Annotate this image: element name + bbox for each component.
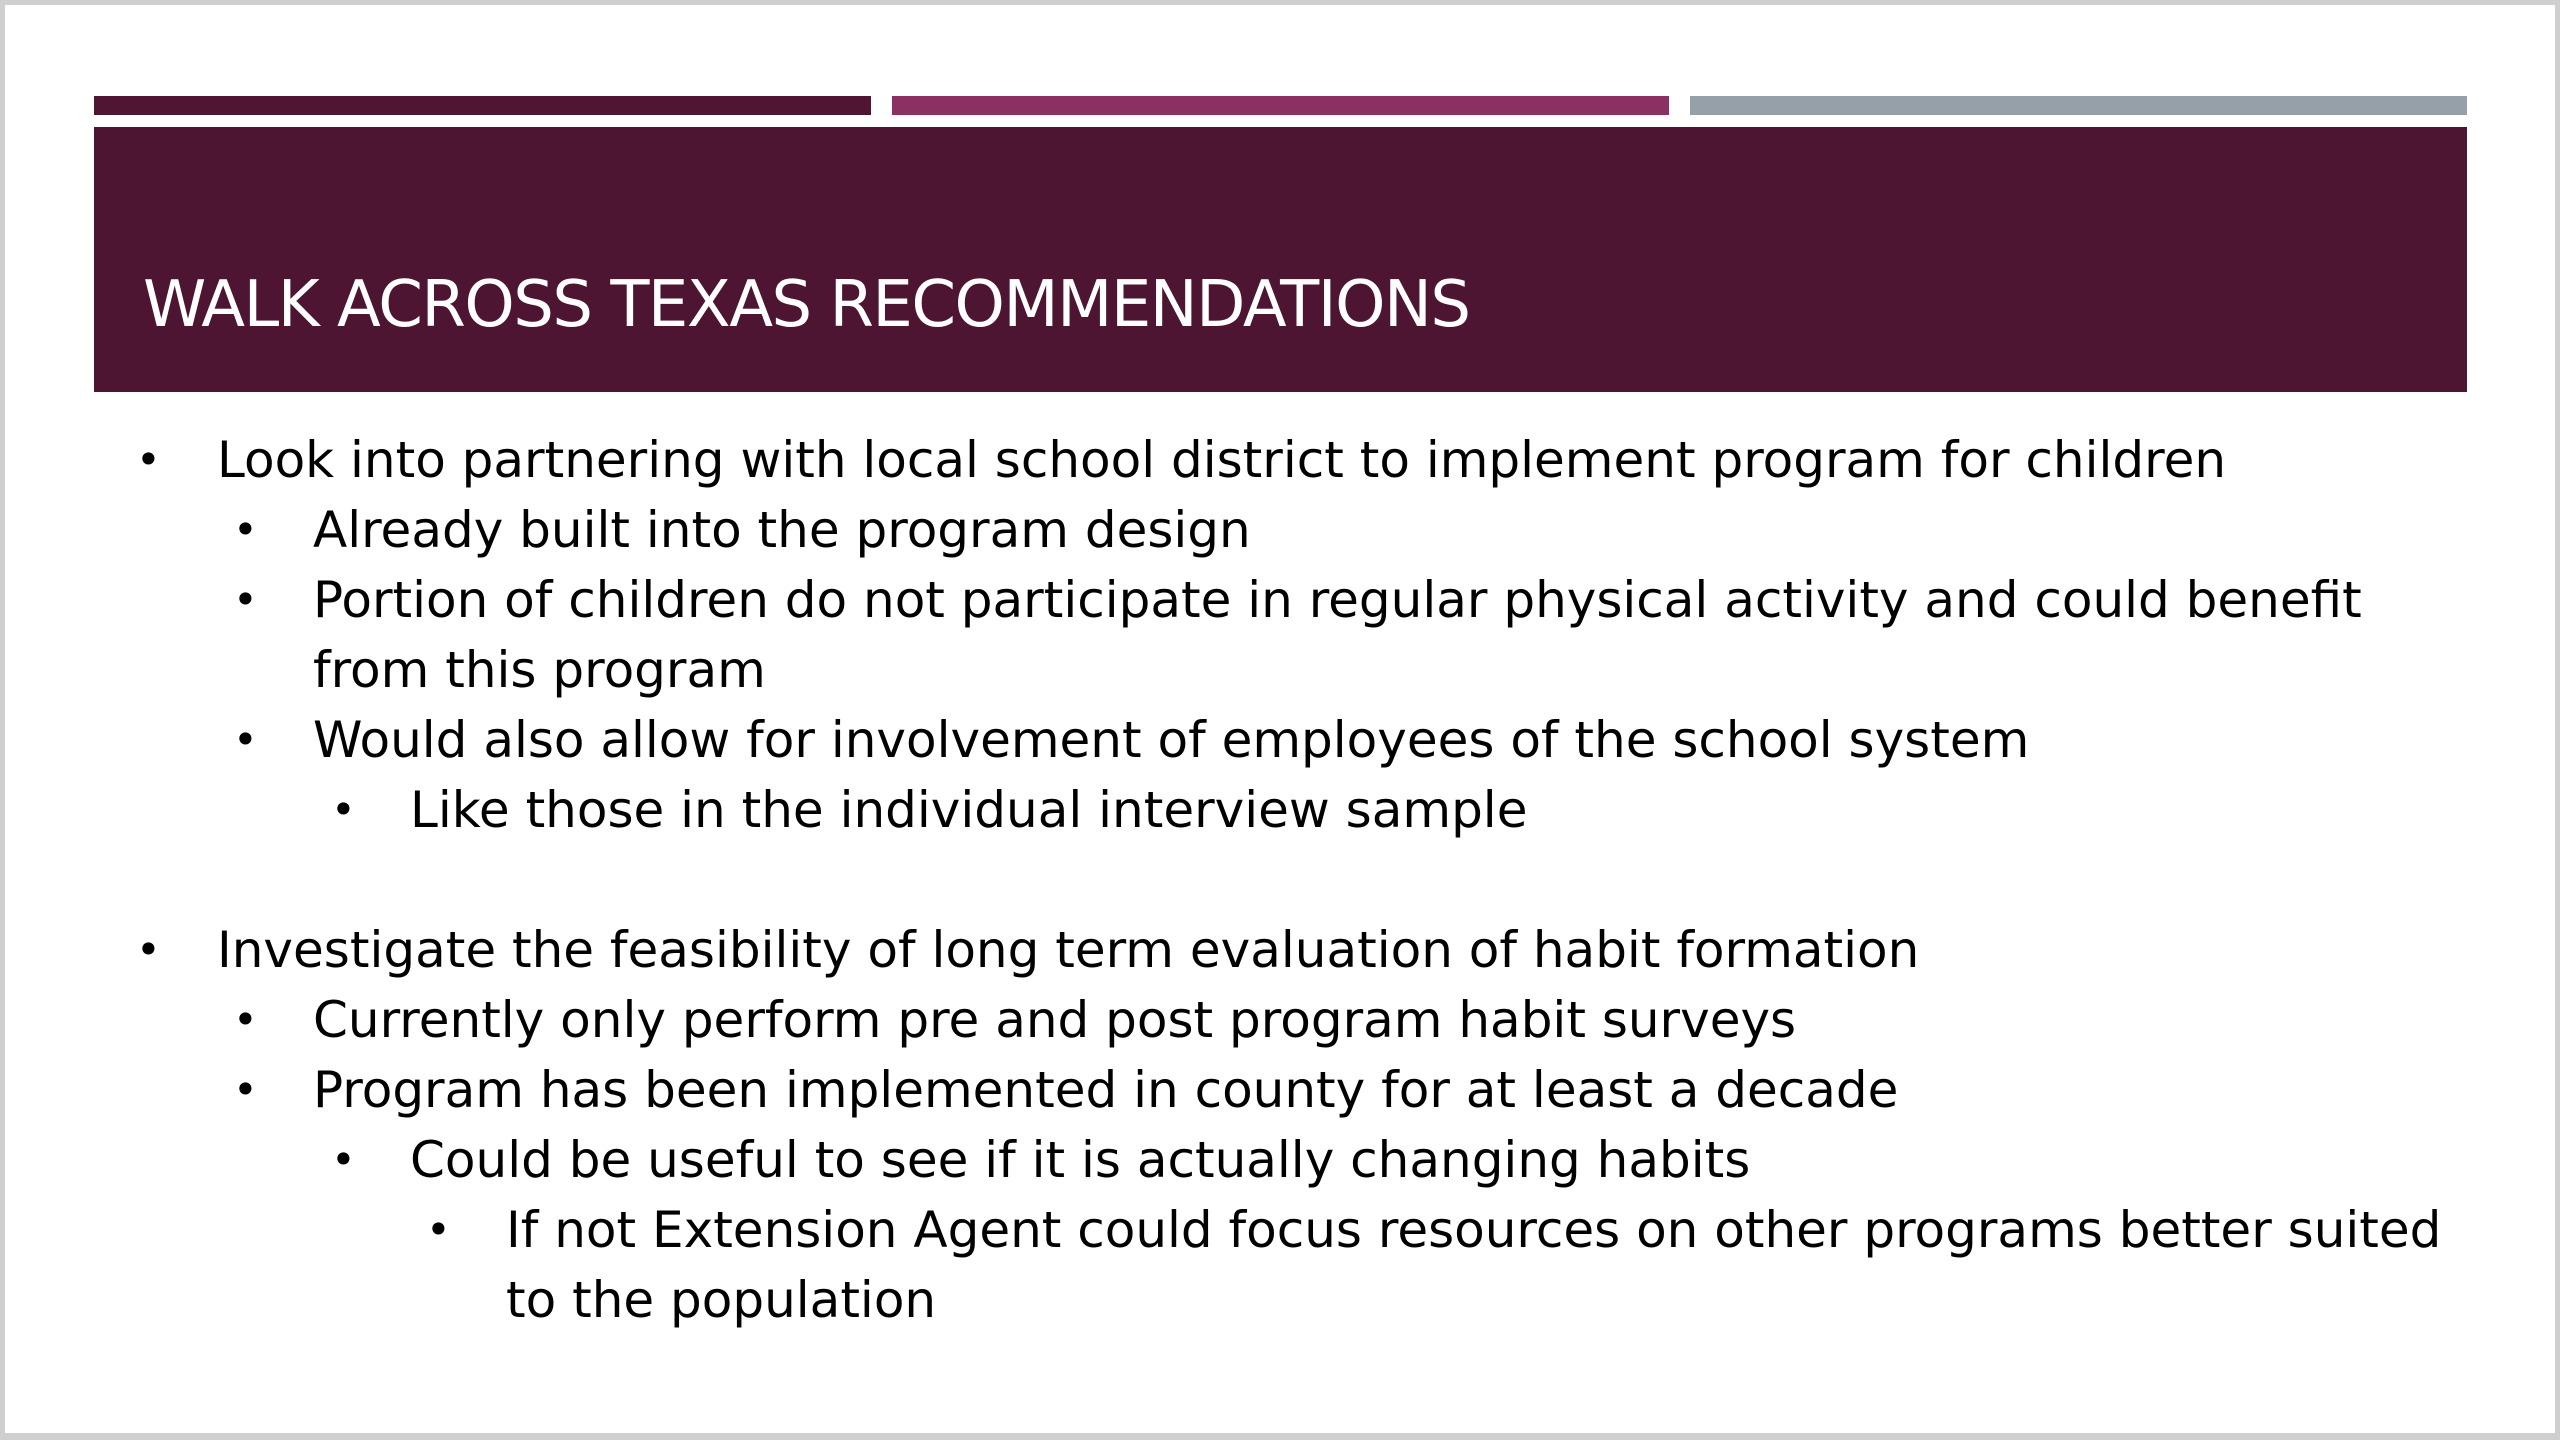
bullet-item: • Investigate the feasibility of long ter…	[94, 915, 2467, 985]
bullet-item: • Already built into the program design	[94, 495, 2467, 565]
title-band: WALK ACROSS TEXAS RECOMMENDATIONS	[94, 127, 2467, 392]
bullet-item: • Like those in the individual interview …	[94, 775, 2467, 845]
bullet-text: Could be useful to see if it is actually…	[410, 1131, 1751, 1189]
accent-bar-middle	[892, 96, 1669, 115]
bullet-icon: •	[233, 1065, 258, 1114]
bullet-list: • Look into partnering with local school …	[94, 425, 2467, 1335]
bullet-icon: •	[233, 505, 258, 554]
bullet-text: If not Extension Agent could focus resou…	[506, 1201, 2442, 1329]
bullet-text: Portion of children do not participate i…	[313, 571, 2362, 699]
slide: WALK ACROSS TEXAS RECOMMENDATIONS • Look …	[5, 5, 2555, 1433]
bullet-icon: •	[136, 925, 161, 974]
bullet-icon: •	[233, 715, 258, 764]
bullet-text: Investigate the feasibility of long term…	[217, 921, 1920, 979]
bullet-item: • Program has been implemented in county …	[94, 1055, 2467, 1125]
accent-bar-left	[94, 96, 871, 115]
accent-bar-right	[1690, 96, 2467, 115]
bullet-spacer	[94, 845, 2467, 915]
bullet-text: Look into partnering with local school d…	[217, 431, 2227, 489]
bullet-text: Program has been implemented in county f…	[313, 1061, 1899, 1119]
bullet-item: • If not Extension Agent could focus reso…	[94, 1195, 2467, 1335]
bullet-text: Currently only perform pre and post prog…	[313, 991, 1797, 1049]
bullet-text: Like those in the individual interview s…	[410, 781, 1528, 839]
bullet-item: • Would also allow for involvement of emp…	[94, 705, 2467, 775]
bullet-icon: •	[426, 1205, 451, 1254]
bullet-icon: •	[136, 435, 161, 484]
bullet-item: • Portion of children do not participate …	[94, 565, 2467, 705]
bullet-icon: •	[233, 575, 258, 624]
bullet-icon: •	[233, 995, 258, 1044]
bullet-icon: •	[331, 785, 356, 834]
bullet-text: Already built into the program design	[313, 501, 1251, 559]
bullet-icon: •	[331, 1135, 356, 1184]
bullet-item: • Look into partnering with local school …	[94, 425, 2467, 495]
bullet-item: • Could be useful to see if it is actuall…	[94, 1125, 2467, 1195]
slide-title: WALK ACROSS TEXAS RECOMMENDATIONS	[143, 268, 1471, 342]
bullet-text: Would also allow for involvement of empl…	[313, 711, 2030, 769]
bullet-item: • Currently only perform pre and post pro…	[94, 985, 2467, 1055]
